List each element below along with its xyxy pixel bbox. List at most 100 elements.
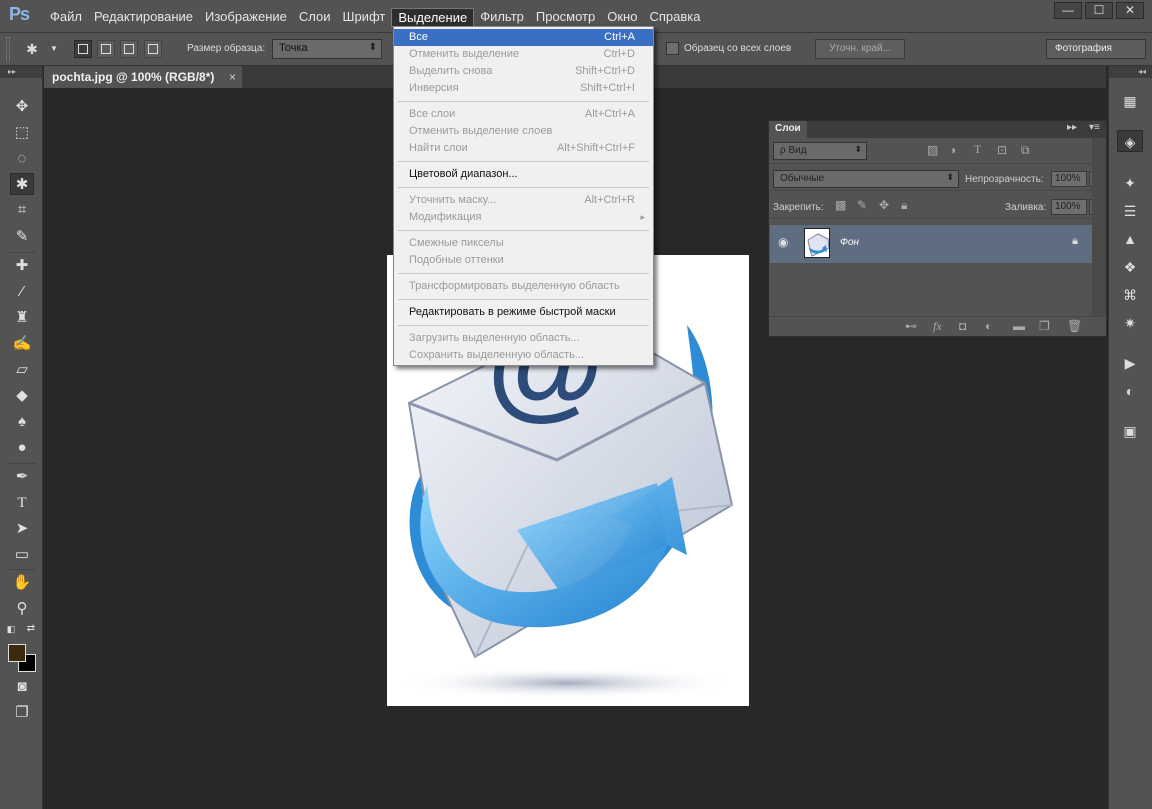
healing-brush-tool-icon[interactable]: ✚ [10, 255, 34, 277]
fill-input[interactable]: 100% [1051, 199, 1087, 215]
add-to-selection-button[interactable] [97, 40, 115, 58]
subtract-from-selection-button[interactable] [120, 40, 138, 58]
marquee-tool-icon[interactable]: ⬚ [10, 122, 34, 144]
zoom-tool-icon[interactable]: ⚲ [10, 598, 34, 620]
dodge-tool-icon[interactable]: ● [10, 437, 34, 459]
lock-all-icon[interactable]: 🔒︎ [901, 198, 907, 213]
sample-size-select[interactable]: Точка [272, 39, 382, 59]
rectangle-tool-icon[interactable]: ▭ [10, 544, 34, 566]
filter-pixel-icon[interactable]: ▨ [927, 143, 938, 157]
panel-dock-collapse[interactable]: ◂◂ [1109, 66, 1152, 78]
delete-layer-icon[interactable]: 🗑︎ [1067, 319, 1082, 333]
filter-type-icon[interactable]: T [974, 142, 981, 157]
select-menu-item[interactable]: Отменить выделение Ctrl+D [394, 46, 653, 63]
layers-panel-icon[interactable]: ◈ [1117, 130, 1143, 152]
hand-tool-icon[interactable]: ✋ [10, 572, 34, 594]
select-menu-item[interactable]: Сохранить выделенную область... [394, 347, 653, 364]
document-tab-close-icon[interactable]: × [229, 70, 236, 84]
eraser-tool-icon[interactable]: ▱ [10, 359, 34, 381]
select-menu-item[interactable]: Цветовой диапазон... [394, 166, 653, 183]
menu-layers[interactable]: Слои [293, 8, 337, 27]
add-mask-icon[interactable]: ◘ [959, 319, 966, 333]
actions-play-icon[interactable]: ▶ [1117, 352, 1143, 374]
layers-scrollbar[interactable] [1092, 138, 1106, 316]
move-tool-icon[interactable]: ✥ [10, 96, 34, 118]
magic-wand-tool-icon[interactable]: ✱ [10, 173, 34, 195]
select-menu-item[interactable]: Отменить выделение слоев [394, 123, 653, 140]
workspace-select[interactable]: Фотография [1046, 39, 1146, 59]
menu-view[interactable]: Просмотр [530, 8, 601, 27]
link-layers-icon[interactable]: ⊷ [905, 319, 917, 333]
new-adjustment-icon[interactable]: ◐ [985, 319, 992, 333]
select-menu-item[interactable]: Уточнить маску... Alt+Ctrl+R [394, 192, 653, 209]
options-grip[interactable] [6, 37, 10, 61]
lock-position-icon[interactable]: ✥ [879, 198, 889, 212]
lock-image-icon[interactable]: ✎ [857, 198, 867, 212]
select-menu-item[interactable]: Модификация ▸ [394, 209, 653, 226]
adjustments-icon[interactable]: ☰ [1117, 200, 1143, 222]
clone-stamp-tool-icon[interactable]: ♜ [10, 307, 34, 329]
menu-file[interactable]: Файл [44, 8, 88, 27]
histogram-icon[interactable]: ▲ [1117, 228, 1143, 250]
menu-filter[interactable]: Фильтр [474, 8, 530, 27]
lock-transparent-icon[interactable]: ▩ [835, 198, 846, 212]
new-layer-icon[interactable]: ❐ [1039, 319, 1050, 333]
minimize-button[interactable]: — [1054, 2, 1082, 19]
menu-help[interactable]: Справка [643, 8, 706, 27]
panel-collapse-icon[interactable]: ▸▸ [1067, 122, 1077, 133]
screen-mode-icon[interactable]: ❐ [10, 702, 34, 724]
swap-colors-icon[interactable]: ⇄ [24, 622, 38, 636]
select-menu-item[interactable]: Выделить снова Shift+Ctrl+D [394, 63, 653, 80]
menu-edit[interactable]: Редактирование [88, 8, 199, 27]
eye-icon[interactable]: ◉ [778, 235, 788, 249]
styles-panel-icon[interactable]: ◐ [1117, 380, 1143, 402]
magic-wand-icon[interactable]: ✱ [22, 39, 42, 59]
intersect-selection-button[interactable] [144, 40, 162, 58]
brush-presets-icon[interactable]: ✦ [1117, 172, 1143, 194]
opacity-input[interactable]: 100% [1051, 171, 1087, 187]
select-menu-item[interactable]: Подобные оттенки [394, 252, 653, 269]
color-panel-icon[interactable]: ❖ [1117, 256, 1143, 278]
layer-row[interactable]: ◉ Фон 🔒︎ [770, 225, 1092, 263]
tools-panel-collapse[interactable]: ▸▸ [0, 66, 42, 78]
maximize-button[interactable]: ☐ [1085, 2, 1113, 19]
blur-tool-icon[interactable]: ♠ [10, 411, 34, 433]
refine-edge-button[interactable]: Уточн. край... [815, 39, 905, 59]
pen-tool-icon[interactable]: ✒ [10, 466, 34, 488]
select-menu-item[interactable]: Все Ctrl+A [394, 29, 653, 46]
document-tab[interactable]: pochta.jpg @ 100% (RGB/8*) × [44, 66, 242, 88]
blend-mode-select[interactable]: Обычные [773, 170, 959, 188]
filter-adjustment-icon[interactable]: ◑ [949, 143, 956, 157]
default-colors-icon[interactable]: ◧ [4, 622, 18, 636]
path-selection-tool-icon[interactable]: ➤ [10, 518, 34, 540]
panel-menu-icon[interactable]: ▾≡ [1089, 122, 1100, 133]
crop-tool-icon[interactable]: ⌗ [10, 199, 34, 221]
menu-type[interactable]: Шрифт [337, 8, 392, 27]
properties-panel-icon[interactable]: ▣ [1117, 420, 1143, 442]
filter-smart-object-icon[interactable]: ⧉ [1021, 143, 1030, 158]
navigator-icon[interactable]: ✷ [1117, 312, 1143, 334]
layer-style-icon[interactable]: fx [933, 319, 942, 334]
menu-image[interactable]: Изображение [199, 8, 293, 27]
select-menu-item[interactable]: Все слои Alt+Ctrl+A [394, 106, 653, 123]
paint-bucket-tool-icon[interactable]: ◆ [10, 385, 34, 407]
quick-mask-icon[interactable]: ◙ [10, 676, 34, 698]
select-menu-item[interactable]: Редактировать в режиме быстрой маски [394, 304, 653, 321]
select-menu-item[interactable]: Инверсия Shift+Ctrl+I [394, 80, 653, 97]
brush-tool-icon[interactable]: ⁄ [10, 281, 34, 303]
paths-panel-icon[interactable]: ⌘ [1117, 284, 1143, 306]
history-brush-tool-icon[interactable]: ✍ [10, 333, 34, 355]
layers-tab[interactable]: Слои [769, 121, 807, 138]
filter-shape-icon[interactable]: ⊡ [997, 143, 1007, 157]
menu-window[interactable]: Окно [601, 8, 643, 27]
foreground-color-swatch[interactable] [8, 644, 26, 662]
tool-preset-arrow-icon[interactable]: ▼ [44, 39, 64, 59]
select-menu-item[interactable]: Смежные пикселы [394, 235, 653, 252]
select-menu-item[interactable]: Загрузить выделенную область... [394, 330, 653, 347]
layer-name[interactable]: Фон [840, 237, 859, 248]
close-button[interactable]: ✕ [1116, 2, 1144, 19]
sample-all-layers-checkbox[interactable] [666, 42, 679, 55]
select-menu-item[interactable]: Найти слои Alt+Shift+Ctrl+F [394, 140, 653, 157]
lasso-tool-icon[interactable]: ◌ [10, 148, 34, 170]
menu-select[interactable]: Выделение [391, 8, 475, 27]
